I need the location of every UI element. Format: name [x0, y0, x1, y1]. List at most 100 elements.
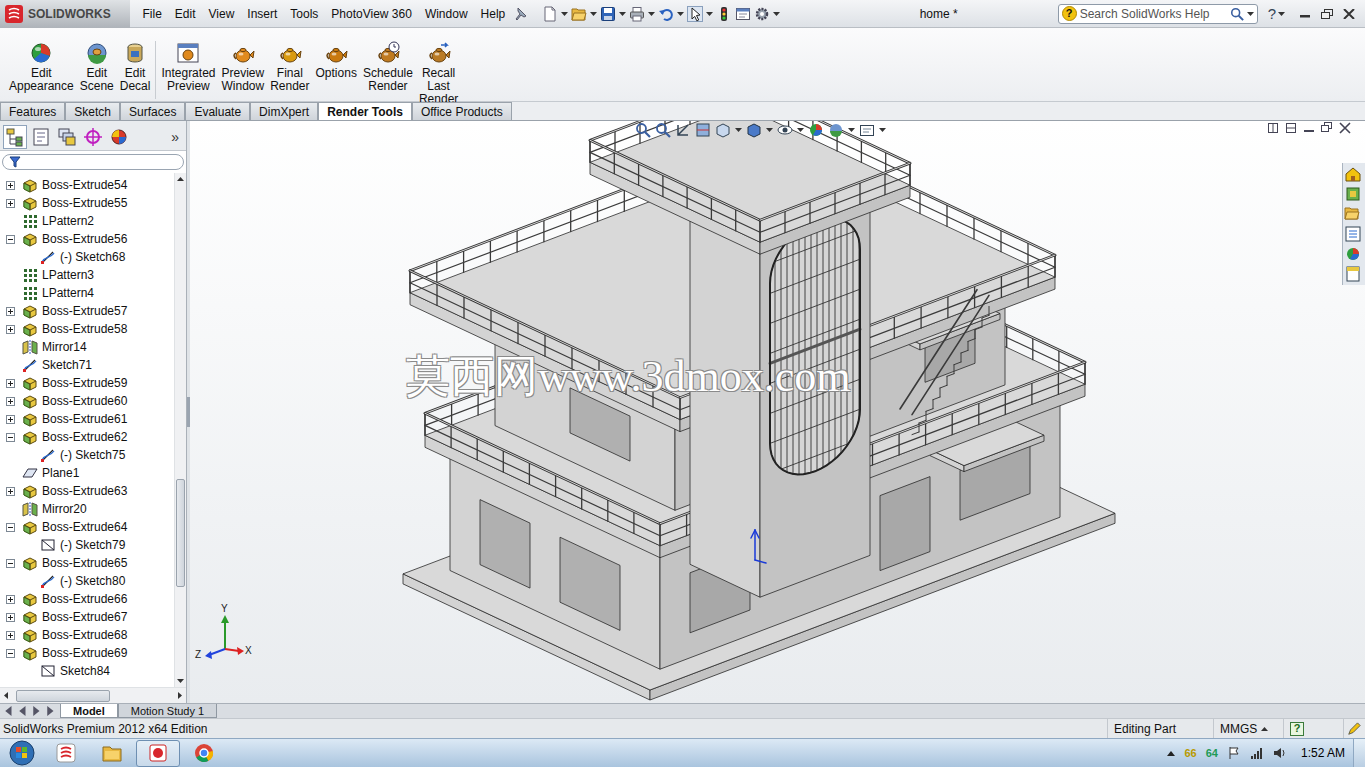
- save-icon[interactable]: [600, 6, 616, 22]
- scroll-right[interactable]: [174, 690, 186, 702]
- command-tab[interactable]: Office Products: [412, 102, 512, 120]
- tree-item[interactable]: Boss-Extrude60: [0, 392, 174, 410]
- view-orientation-icon[interactable]: [715, 122, 731, 138]
- close-button[interactable]: [1339, 6, 1359, 22]
- units-cell[interactable]: MMGS: [1213, 719, 1283, 738]
- panel-tab[interactable]: [107, 125, 131, 149]
- command-button[interactable]: Schedule Render: [360, 41, 416, 93]
- tree-label[interactable]: Sketch71: [42, 358, 92, 372]
- tree-label[interactable]: Mirror14: [42, 340, 87, 354]
- arrow-left-icon[interactable]: [4, 692, 8, 699]
- tray-indicator[interactable]: 64: [1206, 747, 1218, 759]
- expand-icon[interactable]: [6, 487, 15, 496]
- appearances-scenes-icon[interactable]: [1344, 245, 1362, 263]
- tab-first-icon[interactable]: [3, 706, 15, 716]
- expand-icon[interactable]: [6, 379, 15, 388]
- select-pointer-icon[interactable]: [687, 6, 703, 22]
- taskbar-app[interactable]: [90, 740, 134, 767]
- tree-label[interactable]: Boss-Extrude57: [42, 304, 127, 318]
- tile-horizontal-icon[interactable]: [1285, 122, 1297, 134]
- hide-show-items-icon[interactable]: [777, 122, 793, 138]
- dropdown-arrow-icon[interactable]: [590, 12, 597, 16]
- expand-icon[interactable]: [6, 307, 15, 316]
- edit-appearance-icon[interactable]: [808, 122, 824, 138]
- command-label[interactable]: Edit Appearance: [9, 67, 74, 93]
- more-tabs[interactable]: »: [171, 129, 183, 145]
- search-magnifier-icon[interactable]: [1230, 7, 1244, 21]
- menu-item[interactable]: View: [202, 5, 241, 23]
- undo-icon[interactable]: [658, 6, 674, 22]
- tree-item[interactable]: Boss-Extrude58: [0, 320, 174, 338]
- tree-label[interactable]: (-) Sketch80: [60, 574, 125, 588]
- minimize-icon[interactable]: [1303, 122, 1315, 134]
- search-box[interactable]: ?: [1058, 4, 1258, 24]
- command-tab[interactable]: Features: [0, 102, 65, 120]
- menu-item[interactable]: Edit: [168, 5, 202, 23]
- solidworks-resources-icon[interactable]: [1344, 165, 1362, 183]
- tree-label[interactable]: Boss-Extrude59: [42, 376, 127, 390]
- show-desktop-button[interactable]: [1353, 739, 1365, 767]
- tree-label[interactable]: Plane1: [42, 466, 79, 480]
- tree-item[interactable]: Boss-Extrude57: [0, 302, 174, 320]
- rebuild-traffic-light-icon[interactable]: [716, 6, 732, 22]
- tree-item[interactable]: (-) Sketch68: [0, 248, 174, 266]
- scroll-down[interactable]: [175, 675, 186, 687]
- arrow-right-icon[interactable]: [178, 692, 182, 699]
- file-explorer-icon[interactable]: [1344, 205, 1362, 223]
- tree-label[interactable]: (-) Sketch75: [60, 448, 125, 462]
- command-tab[interactable]: Render Tools: [318, 102, 412, 120]
- tree-label[interactable]: (-) Sketch68: [60, 250, 125, 264]
- command-button[interactable]: Edit Appearance: [6, 41, 77, 93]
- scroll-left[interactable]: [0, 690, 12, 702]
- command-label[interactable]: Preview Window: [221, 67, 264, 93]
- command-button[interactable]: Integrated Preview: [158, 41, 218, 93]
- restore-button[interactable]: [1317, 6, 1337, 22]
- tree-item[interactable]: Mirror14: [0, 338, 174, 356]
- tab-next-icon[interactable]: [31, 706, 43, 716]
- tree-item[interactable]: Boss-Extrude62: [0, 428, 174, 446]
- close-icon[interactable]: [1339, 122, 1351, 134]
- menu-item[interactable]: Tools: [284, 5, 325, 23]
- action-center-flag-icon[interactable]: [1227, 746, 1241, 760]
- menu-item[interactable]: File: [136, 5, 168, 23]
- apply-scene-icon[interactable]: [828, 122, 844, 138]
- panel-tab[interactable]: [29, 125, 53, 149]
- tree-item[interactable]: Boss-Extrude64: [0, 518, 174, 536]
- tree-item[interactable]: LPattern2: [0, 212, 174, 230]
- taskbar-app[interactable]: [136, 740, 180, 767]
- zoom-area-icon[interactable]: [655, 122, 671, 138]
- dropdown-arrow-icon[interactable]: [797, 128, 804, 132]
- command-label[interactable]: Options: [316, 67, 357, 80]
- tree-label[interactable]: Boss-Extrude64: [42, 520, 127, 534]
- clock[interactable]: 1:52 AM: [1293, 746, 1353, 760]
- expand-icon[interactable]: [6, 631, 15, 640]
- options-icon[interactable]: [754, 6, 770, 22]
- tree-label[interactable]: Boss-Extrude67: [42, 610, 127, 624]
- taskbar-app[interactable]: [182, 740, 226, 767]
- tree-label[interactable]: Sketch84: [60, 664, 110, 678]
- menu-item[interactable]: Window: [418, 5, 474, 23]
- dropdown-arrow-icon[interactable]: [1247, 12, 1254, 16]
- command-button[interactable]: Final Render: [267, 41, 312, 93]
- tree-item[interactable]: Boss-Extrude66: [0, 590, 174, 608]
- tree-label[interactable]: Boss-Extrude56: [42, 232, 127, 246]
- tree-label[interactable]: LPattern2: [42, 214, 94, 228]
- file-properties-icon[interactable]: [735, 6, 751, 22]
- tree-item[interactable]: Boss-Extrude67: [0, 608, 174, 626]
- expand-icon[interactable]: [6, 595, 15, 604]
- units-menu-icon[interactable]: [1261, 727, 1268, 731]
- pencil-icon[interactable]: [1347, 722, 1361, 736]
- tree-item[interactable]: Boss-Extrude61: [0, 410, 174, 428]
- command-label[interactable]: Integrated Preview: [161, 67, 215, 93]
- tree-label[interactable]: Boss-Extrude61: [42, 412, 127, 426]
- collapse-icon[interactable]: [6, 433, 15, 442]
- tree-item[interactable]: Boss-Extrude56: [0, 230, 174, 248]
- scroll-up[interactable]: [175, 173, 186, 185]
- start-button[interactable]: [0, 739, 44, 767]
- menu-item[interactable]: Insert: [241, 5, 284, 23]
- tree-item[interactable]: (-) Sketch79: [0, 536, 174, 554]
- tab-last-icon[interactable]: [45, 706, 57, 716]
- quick-tips-button[interactable]: ?: [1290, 722, 1304, 736]
- help-cell[interactable]: ?: [1283, 719, 1343, 738]
- tree-item[interactable]: Boss-Extrude55: [0, 194, 174, 212]
